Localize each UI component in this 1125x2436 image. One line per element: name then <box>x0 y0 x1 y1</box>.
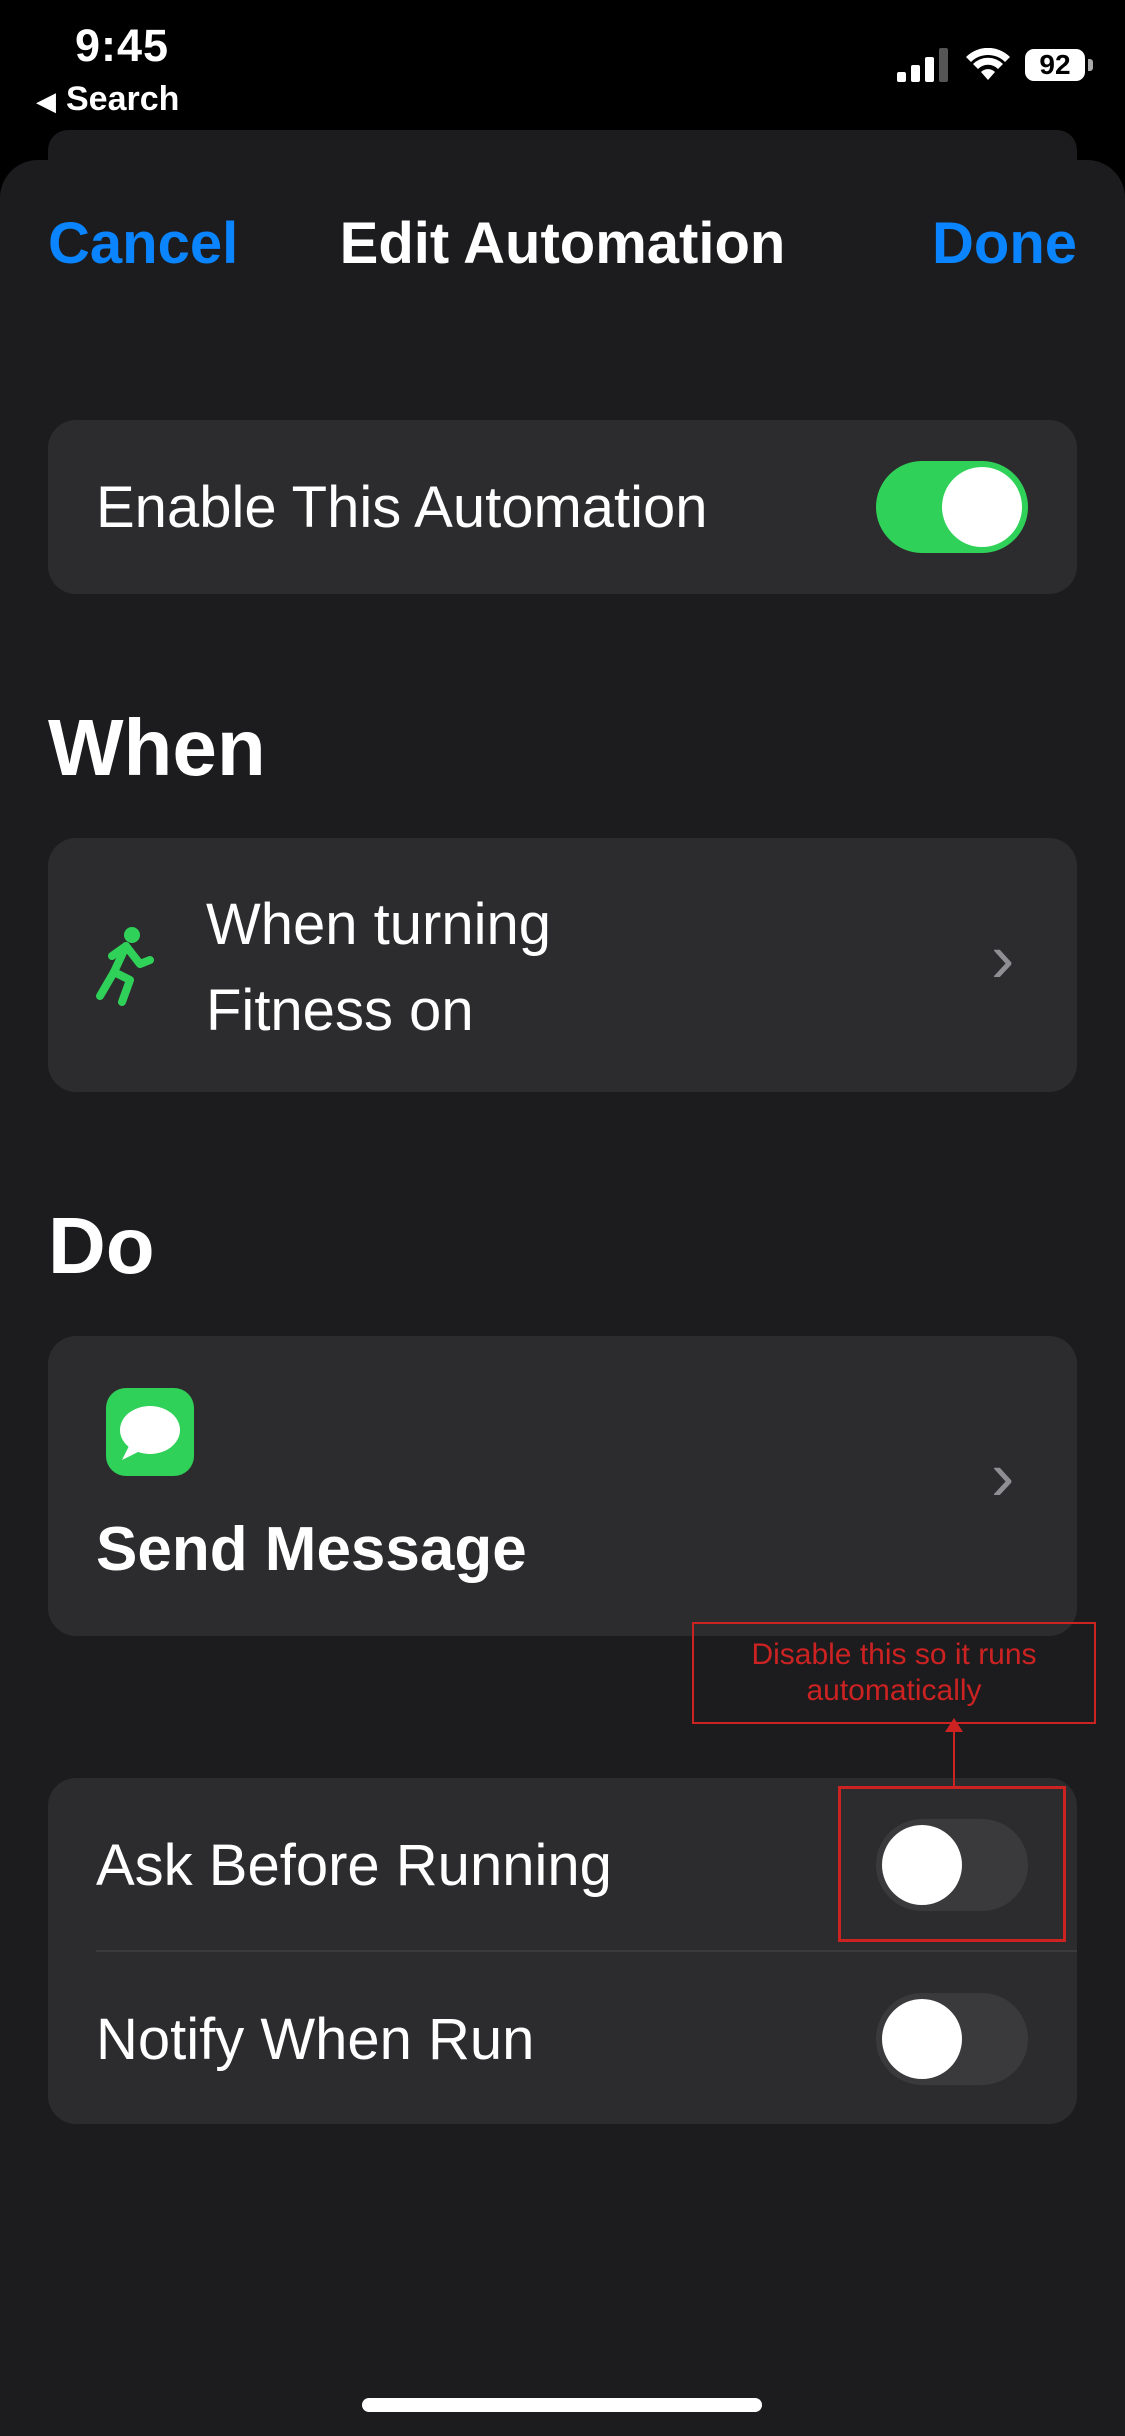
annotation-callout: Disable this so it runs automatically <box>692 1622 1096 1724</box>
home-indicator[interactable] <box>362 2398 762 2412</box>
chevron-right-icon: › <box>991 919 1015 997</box>
battery-indicator: 92 <box>1025 49 1093 81</box>
trigger-description: When turning Fitness on <box>206 882 551 1054</box>
done-button[interactable]: Done <box>932 210 1077 277</box>
action-card[interactable]: Send Message › <box>48 1336 1077 1636</box>
status-time: 9:45 <box>75 20 170 71</box>
enable-automation-toggle[interactable] <box>876 461 1028 553</box>
trigger-card[interactable]: When turning Fitness on › <box>48 838 1077 1092</box>
cellular-signal-icon <box>897 48 948 82</box>
send-message-label: Send Message <box>96 1515 527 1584</box>
ask-before-running-label: Ask Before Running <box>96 1833 612 1898</box>
annotation-text-line-2: automatically <box>806 1674 982 1707</box>
annotation-arrow <box>945 1718 963 1786</box>
trigger-line-2: Fitness on <box>206 978 474 1043</box>
notify-when-run-toggle[interactable] <box>876 1993 1028 2085</box>
messages-app-icon <box>106 1388 194 1476</box>
back-to-search-link[interactable]: ◀ Search <box>36 80 179 119</box>
back-search-label: Search <box>66 80 180 118</box>
do-section-header: Do <box>48 1201 155 1290</box>
row-divider <box>96 1950 1077 1952</box>
notify-when-run-label: Notify When Run <box>96 2007 535 2072</box>
toggle-knob <box>882 1999 962 2079</box>
status-bar: 9:45 ◀ Search 92 <box>0 0 1125 150</box>
trigger-line-1: When turning <box>206 892 551 957</box>
enable-automation-label: Enable This Automation <box>96 475 708 540</box>
running-figure-icon <box>96 927 154 1006</box>
back-triangle-icon: ◀ <box>36 86 56 116</box>
status-icons: 92 <box>897 45 1093 85</box>
when-section-header: When <box>48 703 266 792</box>
wifi-icon <box>966 48 1010 80</box>
annotation-highlight-box <box>838 1786 1066 1942</box>
annotation-text-line-1: Disable this so it runs <box>751 1638 1037 1671</box>
chevron-right-icon: › <box>991 1437 1015 1515</box>
toggle-knob <box>942 467 1022 547</box>
enable-automation-card: Enable This Automation <box>48 420 1077 594</box>
